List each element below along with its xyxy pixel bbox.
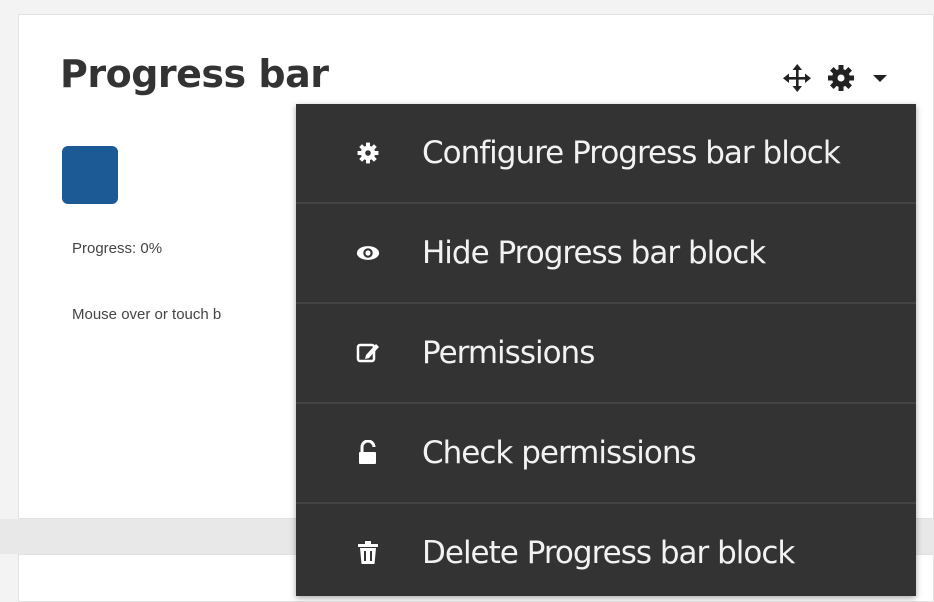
block-title: Progress bar — [60, 52, 329, 96]
eye-icon — [356, 241, 380, 265]
trash-icon — [356, 541, 380, 565]
menu-item-label: Check permissions — [422, 435, 697, 471]
gear-icon[interactable] — [826, 63, 856, 93]
menu-item-label: Permissions — [422, 335, 595, 371]
progress-percentage: Progress: 0% — [72, 240, 163, 257]
menu-item-label: Configure Progress bar block — [422, 135, 841, 171]
menu-item-permissions[interactable]: Permissions — [296, 304, 916, 402]
menu-item-label: Delete Progress bar block — [422, 535, 795, 571]
progress-indicator-square[interactable] — [62, 146, 118, 204]
block-actions-menu: Configure Progress bar block Hide Progre… — [296, 104, 916, 596]
menu-item-label: Hide Progress bar block — [422, 235, 766, 271]
gear-icon — [356, 141, 380, 165]
menu-item-check-permissions[interactable]: Check permissions — [296, 404, 916, 502]
menu-item-configure[interactable]: Configure Progress bar block — [296, 104, 916, 202]
unlock-icon — [356, 440, 380, 465]
menu-item-hide[interactable]: Hide Progress bar block — [296, 204, 916, 302]
page: Progress bar Progress: 0% Mouse over or … — [0, 0, 934, 602]
caret-down-icon[interactable] — [870, 68, 890, 88]
edit-icon — [356, 341, 380, 365]
progress-instructions: Mouse over or touch b — [72, 306, 222, 323]
menu-item-delete[interactable]: Delete Progress bar block — [296, 504, 916, 602]
move-icon[interactable] — [782, 63, 812, 93]
block-controls — [782, 58, 890, 98]
